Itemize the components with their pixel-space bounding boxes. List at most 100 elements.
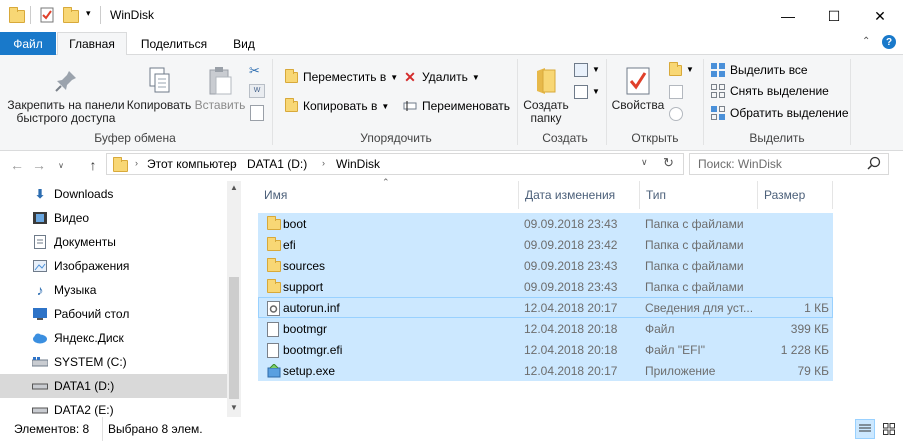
file-type: Файл "EFI"	[645, 342, 706, 357]
tab-share[interactable]: Поделиться	[128, 32, 220, 55]
file-row[interactable]: bootmgr.efi 12.04.2018 20:18 Файл "EFI" …	[258, 339, 833, 360]
paste-button[interactable]: Вставить	[194, 61, 246, 127]
nav-item-documents[interactable]: Документы	[0, 230, 227, 254]
group-separator	[606, 59, 607, 145]
up-arrow-icon[interactable]: ↑	[84, 155, 102, 175]
nav-item-label: SYSTEM (C:)	[54, 355, 127, 369]
nav-item-desktop[interactable]: Рабочий стол	[0, 302, 227, 326]
file-name: bootmgr.efi	[283, 342, 343, 357]
move-to-button[interactable]: Переместить в ▼	[284, 67, 398, 87]
new-folder-quick-icon[interactable]	[63, 7, 79, 23]
new-folder-button[interactable]: Создать папку	[520, 61, 572, 127]
scroll-thumb[interactable]	[229, 277, 239, 399]
column-header-size[interactable]: Размер	[758, 181, 833, 209]
nav-item-data1-d[interactable]: DATA1 (D:)	[0, 374, 227, 398]
minimize-button[interactable]: —	[765, 0, 811, 32]
nav-item-downloads[interactable]: ⬇ Downloads	[0, 182, 227, 206]
file-row[interactable]: bootmgr 12.04.2018 20:18 Файл 399 КБ	[258, 318, 833, 339]
easy-access-icon[interactable]	[574, 85, 588, 99]
maximize-button[interactable]: ☐	[811, 0, 857, 32]
select-all-button[interactable]: Выделить все	[711, 60, 808, 80]
open-icon[interactable]	[669, 62, 683, 77]
search-icon[interactable]	[866, 155, 882, 173]
edit-icon[interactable]	[669, 85, 683, 99]
tab-file[interactable]: Файл	[0, 32, 56, 55]
scroll-down-icon[interactable]: ▼	[230, 403, 238, 412]
tab-view[interactable]: Вид	[220, 32, 268, 55]
nav-scrollbar[interactable]: ▲ ▼	[227, 181, 241, 417]
file-row[interactable]: efi 09.09.2018 23:42 Папка с файлами	[258, 234, 833, 255]
breadcrumb-separator-icon: ›	[135, 158, 138, 168]
music-icon: ♪	[36, 282, 44, 298]
breadcrumb-separator-icon: ›	[233, 158, 236, 168]
delete-button[interactable]: ✕ Удалить ▼	[403, 67, 480, 87]
properties-button[interactable]: Свойства	[610, 61, 666, 127]
recent-locations-dropdown-icon[interactable]: ∨	[52, 155, 70, 175]
file-row[interactable]: support 09.09.2018 23:43 Папка с файлами	[258, 276, 833, 297]
large-icons-view-icon[interactable]	[879, 419, 899, 439]
forward-arrow-icon[interactable]: →	[30, 155, 48, 175]
invert-selection-button[interactable]: Обратить выделение	[711, 103, 849, 123]
file-row[interactable]: setup.exe 12.04.2018 20:17 Приложение 79…	[258, 360, 833, 381]
breadcrumb-windisk[interactable]: WinDisk	[336, 157, 380, 171]
column-header-type[interactable]: Тип	[640, 181, 758, 209]
new-item-icon[interactable]	[574, 63, 588, 77]
breadcrumb-data1[interactable]: DATA1 (D:)	[247, 157, 307, 171]
file-size	[759, 235, 829, 254]
back-arrow-icon[interactable]: ←	[8, 155, 26, 175]
cut-icon[interactable]: ✂	[249, 63, 265, 79]
rename-icon	[403, 99, 417, 113]
properties-quick-icon[interactable]	[39, 7, 55, 23]
rename-button[interactable]: Переименовать	[403, 96, 510, 116]
ribbon: Закрепить на панели быстрого доступа Коп…	[0, 55, 903, 151]
minimize-icon: —	[781, 8, 795, 24]
delete-dropdown-icon: ▼	[471, 72, 480, 82]
address-dropdown-icon[interactable]: ∨	[641, 157, 648, 168]
breadcrumb-this-pc[interactable]: Этот компьютер	[147, 157, 237, 171]
search-input[interactable]: Поиск: WinDisk	[689, 153, 889, 175]
address-field[interactable]: › Этот компьютер › DATA1 (D:) › WinDisk …	[106, 153, 684, 175]
file-name: boot	[283, 216, 307, 231]
nav-item-pictures[interactable]: Изображения	[0, 254, 227, 278]
file-type: Сведения для уст...	[645, 300, 754, 315]
nav-item-video[interactable]: Видео	[0, 206, 227, 230]
refresh-icon[interactable]: ↻	[663, 155, 674, 171]
file-date: 12.04.2018 20:17	[524, 300, 618, 315]
file-row[interactable]: sources 09.09.2018 23:43 Папка с файлами	[258, 255, 833, 276]
open-dropdown-icon[interactable]: ▼	[686, 65, 694, 74]
easy-access-dropdown-icon[interactable]: ▼	[592, 87, 600, 96]
help-icon[interactable]: ?	[882, 35, 896, 49]
nav-item-yandex-disk[interactable]: Яндекс.Диск	[0, 326, 227, 350]
details-view-icon[interactable]	[855, 419, 875, 439]
history-icon[interactable]	[669, 107, 683, 121]
scroll-up-icon[interactable]: ▲	[230, 183, 238, 192]
nav-item-label: Музыка	[54, 283, 97, 297]
copy-button[interactable]: Копировать	[126, 61, 192, 127]
paste-shortcut-icon[interactable]	[250, 105, 264, 121]
copy-path-icon[interactable]: W	[249, 84, 265, 98]
file-size	[759, 256, 829, 275]
collapse-ribbon-icon[interactable]: ⌃	[862, 36, 870, 47]
close-button[interactable]: ✕	[857, 0, 903, 32]
file-row[interactable]: autorun.inf 12.04.2018 20:17 Сведения дл…	[258, 297, 833, 318]
nav-item-label: DATA1 (D:)	[54, 379, 115, 393]
nav-item-system-c[interactable]: SYSTEM (C:)	[0, 350, 227, 374]
column-header-name[interactable]: Имя	[258, 181, 519, 209]
paste-icon	[204, 65, 236, 97]
select-none-button[interactable]: Снять выделение	[711, 81, 829, 101]
new-item-dropdown-icon[interactable]: ▼	[592, 65, 600, 74]
delete-label: Удалить	[422, 70, 468, 84]
column-header-date[interactable]: Дата изменения	[519, 181, 640, 209]
file-date: 09.09.2018 23:42	[524, 237, 618, 252]
pin-quick-access-button[interactable]: Закрепить на панели быстрого доступа	[6, 61, 126, 127]
customize-quick-access-icon[interactable]: ▾	[86, 8, 91, 19]
file-row[interactable]: boot 09.09.2018 23:43 Папка с файлами	[258, 213, 833, 234]
nav-item-data2-e[interactable]: DATA2 (E:)	[0, 398, 227, 417]
copy-icon	[143, 65, 175, 97]
nav-item-music[interactable]: ♪ Музыка	[0, 278, 227, 302]
copy-to-button[interactable]: Копировать в ▼	[284, 96, 389, 116]
address-bar-row: ← → ∨ ↑ › Этот компьютер › DATA1 (D:) › …	[0, 151, 903, 179]
setup-app-icon	[267, 363, 281, 378]
properties-label: Свойства	[611, 98, 665, 112]
tab-home[interactable]: Главная	[57, 32, 127, 56]
